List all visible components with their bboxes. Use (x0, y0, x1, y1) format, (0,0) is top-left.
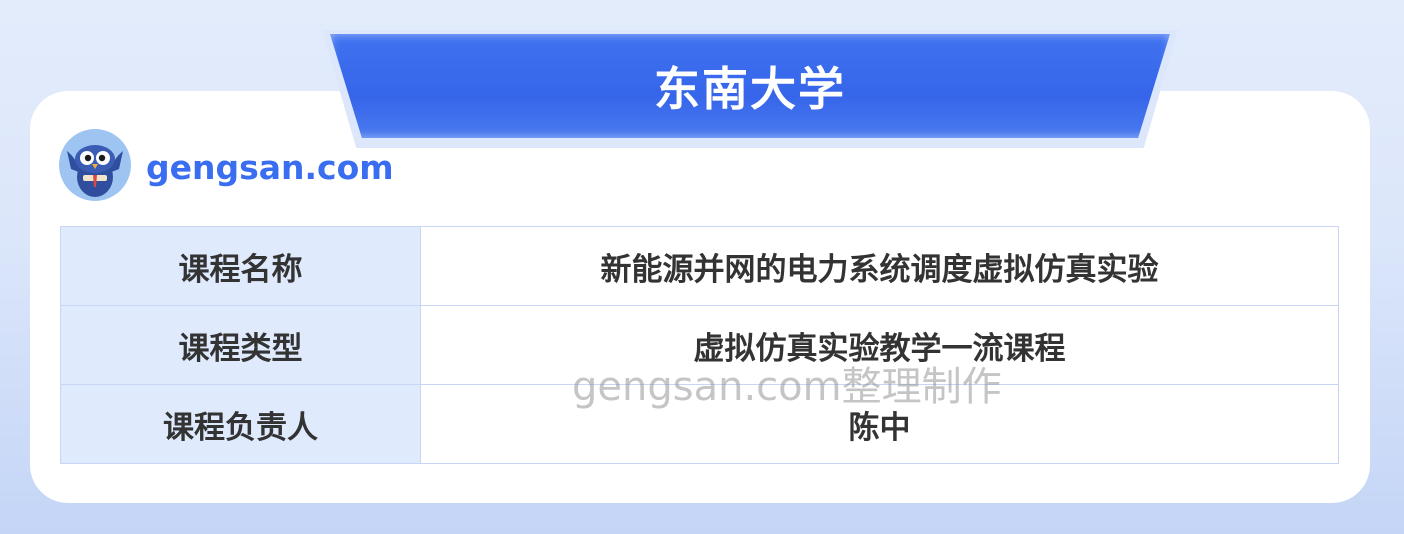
row-value: 新能源并网的电力系统调度虚拟仿真实验 (420, 226, 1339, 306)
table-row: 课程负责人 陈中 (60, 384, 1339, 464)
row-value: 虚拟仿真实验教学一流课程 (420, 305, 1339, 385)
site-name[interactable]: gengsan.com (146, 148, 394, 188)
owl-mascot-icon (59, 129, 131, 201)
row-label: 课程类型 (60, 305, 421, 385)
row-value: 陈中 (420, 384, 1339, 464)
table-row: 课程类型 虚拟仿真实验教学一流课程 (60, 305, 1339, 385)
page-title: 东南大学 (654, 62, 846, 116)
row-label: 课程负责人 (60, 384, 421, 464)
row-label: 课程名称 (60, 226, 421, 306)
table-row: 课程名称 新能源并网的电力系统调度虚拟仿真实验 (60, 226, 1339, 306)
course-info-table: 课程名称 新能源并网的电力系统调度虚拟仿真实验 课程类型 虚拟仿真实验教学一流课… (60, 226, 1339, 464)
